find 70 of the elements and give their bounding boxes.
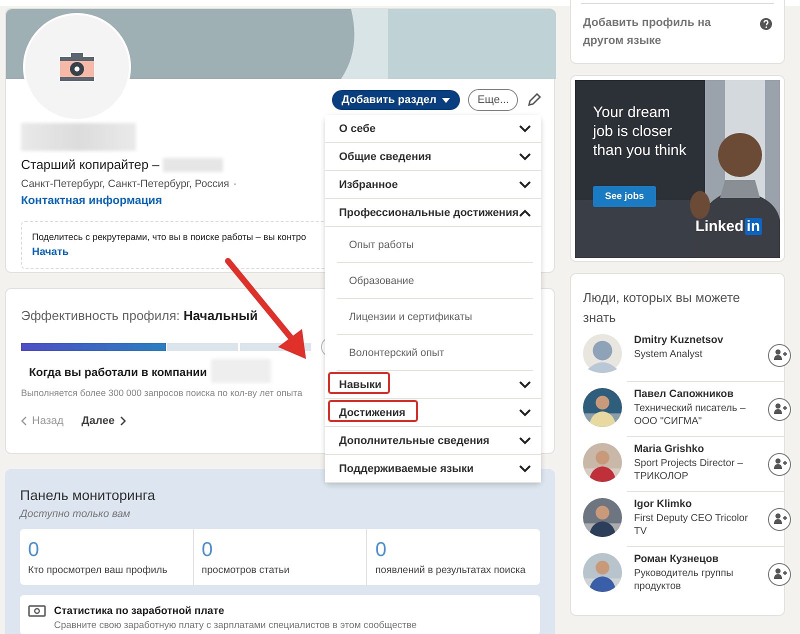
add-person-icon [772, 402, 786, 416]
person-name[interactable]: Igor Klimko [634, 498, 762, 510]
dashboard-subtitle: Доступно только вам [20, 508, 132, 520]
chevron-icon [519, 408, 531, 416]
more-button[interactable]: Еще... [468, 89, 518, 111]
chevron-icon [519, 464, 531, 472]
stat-tile[interactable]: 0 просмотров статьи [194, 529, 368, 585]
see-jobs-button[interactable]: See jobs [593, 186, 656, 207]
pencil-icon[interactable] [526, 92, 542, 108]
menu-item[interactable]: Избранное [325, 171, 541, 199]
stat-tile[interactable]: 0 появлений в результатах поиска [367, 529, 540, 585]
chevron-icon [519, 380, 531, 388]
menu-item[interactable]: О себе [325, 115, 541, 143]
prompt-text: Выполняется более 300 000 запросов поиска по кол-ву лет опыта [21, 388, 302, 398]
headline: Старший копирайтер – [21, 157, 160, 172]
prompt-title: Когда вы работали в компании [29, 367, 207, 381]
connect-button[interactable] [768, 344, 791, 367]
add-person-icon [772, 567, 786, 582]
dashboard-title: Панель мониторинга [20, 487, 156, 503]
menu-item[interactable]: Общие сведения [325, 143, 541, 171]
contact-info-link[interactable]: Контактная информация [21, 195, 162, 207]
people-title: Люди, которых вы можете знать [583, 288, 741, 327]
connect-button[interactable] [768, 508, 791, 531]
salary-title: Статистика по заработной плате [54, 605, 226, 617]
person-title: First Deputy CEO Tricolor TV [634, 512, 749, 538]
chevron-right-icon [120, 416, 126, 426]
chevron-icon [519, 436, 531, 444]
menu-item[interactable]: Профессиональные достижения [325, 199, 541, 227]
next-button[interactable]: Далее [82, 415, 126, 427]
salary-card[interactable]: Статистика по заработной плате Сравните свою заработную плату с зарплатами специалистов в этом сообществе [20, 595, 540, 634]
ad-banner[interactable]: Your dream job is closer than you think See jobs Linked in [570, 74, 785, 262]
add-person-icon [772, 348, 786, 362]
connect-button[interactable] [768, 398, 791, 421]
caret-icon [442, 98, 450, 102]
add-person-icon [772, 457, 786, 472]
person-title: Sport Projects Director – ТРИКОЛОР [634, 456, 744, 483]
chevron-icon [519, 208, 531, 216]
add-person-icon [772, 512, 786, 526]
menu-item[interactable]: Достижения [325, 399, 541, 427]
add-section-button[interactable]: Добавить раздел [332, 90, 460, 110]
redacted-company [163, 158, 224, 172]
logo: Linked in [695, 218, 762, 235]
chevron-left-icon [21, 416, 27, 426]
menu-item[interactable]: Навыки [325, 371, 541, 399]
recruiter-notice-text: Поделитесь с рекрутерами, что вы в поиске работы – вы контро [32, 232, 308, 242]
chevron-icon [519, 152, 531, 160]
person-title: Руководитель группы продуктов [634, 566, 734, 593]
connect-button[interactable] [768, 452, 791, 476]
camera-icon [60, 53, 94, 81]
person-name[interactable]: Maria Grishko [634, 442, 762, 455]
start-link[interactable]: Начать [32, 246, 69, 258]
stat-tile[interactable]: 0 Кто просмотрел ваш профиль [20, 529, 194, 585]
help-icon[interactable] [760, 18, 772, 30]
person-title: System Analyst [634, 348, 704, 361]
person-name[interactable]: Роман Кузнецов [634, 552, 762, 565]
ad-headline: Your dream job is closer than you think [593, 102, 688, 160]
separator-dot: · [233, 178, 237, 190]
connect-button[interactable] [768, 562, 791, 586]
location: Санкт-Петербург, Санкт-Петербург, Россия [21, 178, 230, 190]
menu-item[interactable]: Дополнительные сведения [325, 427, 541, 455]
salary-text: Сравните свою заработную плату с зарплатами специалистов в этом сообществе [54, 620, 418, 631]
person-name[interactable]: Павел Сапожников [634, 388, 762, 400]
chevron-icon [519, 180, 531, 188]
add-language-profile-link[interactable]: Добавить профиль на другом языке [583, 14, 750, 51]
banknote-icon [28, 605, 46, 617]
profile-strength-title: Эффективность профиля: Начальный [21, 308, 258, 323]
menu-item[interactable]: Поддерживаемые языки [325, 455, 541, 483]
chevron-icon [519, 124, 531, 132]
person-title: Технический писатель – ООО "СИГМА" [634, 402, 747, 428]
person-name[interactable]: Dmitry Kuznetsov [634, 334, 762, 346]
